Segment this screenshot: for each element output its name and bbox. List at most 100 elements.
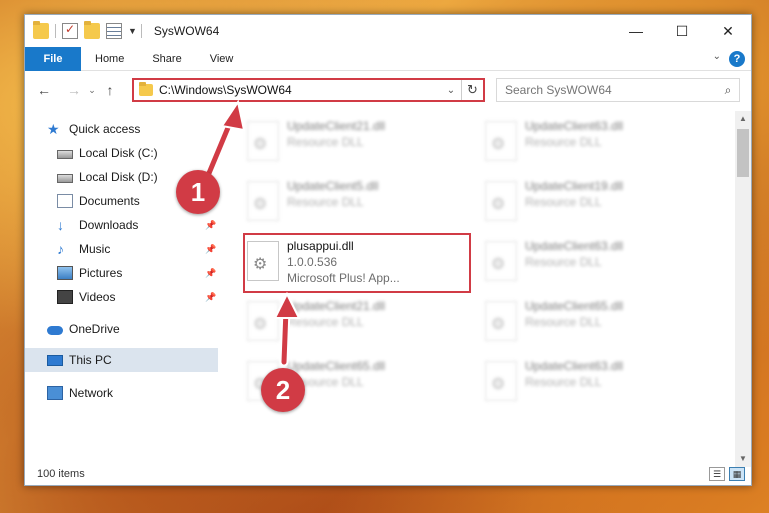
videos-icon <box>57 290 73 304</box>
onedrive-icon <box>47 326 63 335</box>
sidebar-item-downloads[interactable]: ↓ Downloads 📌 <box>57 214 221 236</box>
file-description: Resource DLL <box>525 195 602 209</box>
pictures-icon <box>57 266 73 280</box>
file-item[interactable]: UpdateClient63.dll Resource DLL <box>461 353 681 409</box>
refresh-button[interactable]: ↻ <box>461 80 483 100</box>
sidebar-item-label: Documents <box>79 194 140 208</box>
address-bar[interactable]: C:\Windows\SysWOW64 ⌄ ↻ <box>132 78 485 102</box>
chevron-down-icon[interactable]: ⌄ <box>441 85 461 96</box>
customize-icon[interactable] <box>106 23 122 39</box>
sidebar-item-label: Quick access <box>69 122 141 136</box>
sidebar-item-pictures[interactable]: Pictures 📌 <box>57 262 221 284</box>
sidebar-item-label: Local Disk (D:) <box>79 170 158 184</box>
tab-home[interactable]: Home <box>81 53 138 65</box>
file-item[interactable]: UpdateClient5.dll Resource DLL <box>223 173 443 229</box>
item-count: 100 items <box>37 468 85 480</box>
file-item[interactable]: UpdateClient21.dll Resource DLL <box>223 293 443 349</box>
details-view-icon[interactable]: ☰ <box>709 467 725 481</box>
scrollbar-thumb[interactable] <box>737 129 749 177</box>
file-item[interactable]: UpdateClient21.dll Resource DLL <box>223 113 443 169</box>
file-description: Resource DLL <box>287 315 364 329</box>
sidebar-item-label: Music <box>79 242 111 256</box>
pin-icon[interactable]: 📌 <box>205 292 216 303</box>
sidebar-item-music[interactable]: ♪ Music 📌 <box>57 238 221 260</box>
sidebar-item-label: OneDrive <box>69 322 120 336</box>
tab-share[interactable]: Share <box>138 53 195 65</box>
dll-file-icon <box>485 301 517 341</box>
close-button[interactable]: ✕ <box>705 15 751 47</box>
toolbar-separator <box>140 24 142 38</box>
network-icon <box>47 386 63 400</box>
file-name: UpdateClient65.dll <box>287 359 386 373</box>
address-path[interactable]: C:\Windows\SysWOW64 <box>159 83 441 97</box>
star-icon: ★ <box>47 121 60 137</box>
sidebar-item-onedrive[interactable]: OneDrive <box>47 318 120 340</box>
dll-file-icon <box>247 181 279 221</box>
window-title: SysWOW64 <box>153 24 220 38</box>
navigation-pane: ★ Quick access Local Disk (C:) Local Dis… <box>25 111 221 467</box>
file-item[interactable]: UpdateClient65.dll Resource DLL <box>223 353 443 409</box>
minimize-button[interactable]: — <box>613 15 659 47</box>
step-badge-2: 2 <box>261 368 305 412</box>
file-item[interactable]: UpdateClient63.dll Resource DLL <box>461 233 681 289</box>
download-icon: ↓ <box>57 217 64 233</box>
computer-icon <box>47 354 63 366</box>
search-icon[interactable]: ⌕ <box>717 83 739 98</box>
tab-file[interactable]: File <box>25 46 81 71</box>
sidebar-item-local-disk-c[interactable]: Local Disk (C:) <box>57 142 249 164</box>
sidebar-item-this-pc[interactable]: This PC <box>47 349 112 371</box>
folder-icon <box>33 21 49 39</box>
status-bar: 100 items ☰ ▦ <box>25 463 751 485</box>
caption-buttons: — ☐ ✕ <box>613 15 751 47</box>
file-name: UpdateClient19.dll <box>525 179 624 193</box>
navigation-bar: ← → ⌄ ↑ C:\Windows\SysWOW64 ⌄ ↻ ⌕ <box>25 75 751 105</box>
file-item[interactable]: UpdateClient19.dll Resource DLL <box>461 173 681 229</box>
properties-icon[interactable] <box>62 22 78 39</box>
pin-icon[interactable]: 📌 <box>205 220 216 231</box>
pin-icon[interactable]: 📌 <box>205 244 216 255</box>
chevron-down-icon[interactable]: ▼ <box>128 26 137 36</box>
quick-access-toolbar: ▼ <box>33 21 148 39</box>
file-description: Resource DLL <box>287 135 364 149</box>
sidebar-item-label: Local Disk (C:) <box>79 146 158 160</box>
drive-icon <box>57 150 73 159</box>
file-description: Resource DLL <box>525 135 602 149</box>
new-folder-icon[interactable] <box>84 21 100 39</box>
vertical-scrollbar[interactable]: ▲ ▼ <box>735 111 751 467</box>
file-description: Resource DLL <box>525 255 602 269</box>
maximize-button[interactable]: ☐ <box>659 15 705 47</box>
search-input[interactable] <box>505 83 717 97</box>
scroll-up-icon[interactable]: ▲ <box>735 111 751 127</box>
drive-icon <box>57 174 73 183</box>
recent-locations-button[interactable]: ⌄ <box>85 85 99 96</box>
file-name: UpdateClient63.dll <box>525 119 624 133</box>
title-bar: ▼ SysWOW64 — ☐ ✕ <box>25 15 751 47</box>
pin-icon[interactable]: 📌 <box>205 268 216 279</box>
sidebar-item-quick-access[interactable]: ★ Quick access <box>47 118 140 140</box>
back-button[interactable]: ← <box>33 82 55 98</box>
sidebar-item-network[interactable]: Network <box>47 382 113 404</box>
sidebar-item-local-disk-d[interactable]: Local Disk (D:) <box>57 166 158 188</box>
tiles-view-icon[interactable]: ▦ <box>729 467 745 481</box>
sidebar-item-videos[interactable]: Videos 📌 <box>57 286 221 308</box>
search-box[interactable]: ⌕ <box>496 78 740 102</box>
sidebar-item-label: Downloads <box>79 218 139 232</box>
help-icon[interactable]: ? <box>729 51 745 67</box>
tab-view[interactable]: View <box>196 53 248 65</box>
dll-file-icon <box>485 361 517 401</box>
expand-ribbon-icon[interactable]: ⌄ <box>713 51 721 62</box>
file-item[interactable]: UpdateClient65.dll Resource DLL <box>461 293 681 349</box>
file-name: UpdateClient63.dll <box>525 359 624 373</box>
documents-icon <box>57 194 73 208</box>
sidebar-item-label: Videos <box>79 290 116 304</box>
sidebar-item-documents[interactable]: Documents <box>57 190 140 212</box>
sidebar-item-label: Pictures <box>79 266 123 280</box>
step-badge-1: 1 <box>176 170 220 214</box>
sidebar-item-label: This PC <box>69 353 112 367</box>
forward-button[interactable]: → <box>63 82 85 98</box>
file-item[interactable]: UpdateClient63.dll Resource DLL <box>461 113 681 169</box>
up-button[interactable]: ↑ <box>99 82 121 98</box>
dll-file-icon <box>485 121 517 161</box>
view-switcher: ☰ ▦ <box>705 467 745 481</box>
file-name: UpdateClient5.dll <box>287 179 379 193</box>
